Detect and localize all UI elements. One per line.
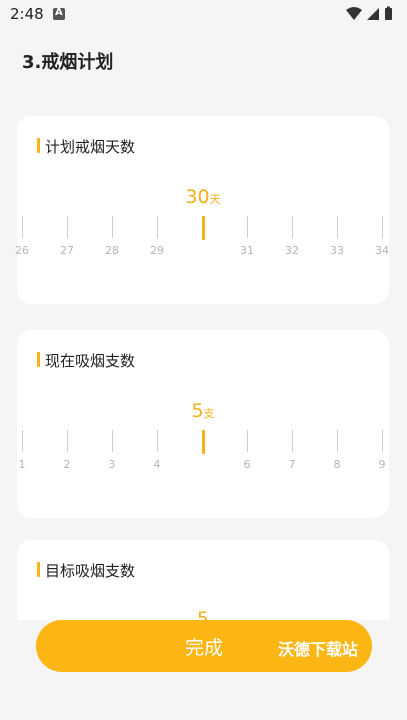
ruler-tick <box>292 216 293 238</box>
selected-value: 30天 <box>17 186 389 208</box>
ruler-tick-label: 7 <box>288 458 296 471</box>
watermark-text: 沃德下载站 <box>277 640 358 659</box>
ruler-tick <box>67 430 68 452</box>
ruler-tick <box>22 430 23 452</box>
card-title: 现在吸烟支数 <box>37 350 135 371</box>
selected-value: 5支 <box>17 400 389 422</box>
ruler-indicator <box>202 430 205 454</box>
signal-icon <box>367 8 379 20</box>
ruler-tick <box>337 216 338 238</box>
value-number: 5 <box>196 608 210 620</box>
ruler-tick <box>157 216 158 238</box>
done-button[interactable]: 完成 沃德下载站 <box>36 620 372 672</box>
battery-icon <box>385 8 392 20</box>
ruler-tick <box>22 216 23 238</box>
ruler-tick-label: 27 <box>60 244 74 257</box>
ruler-tick-label: 29 <box>150 244 164 257</box>
value-number: 30 <box>185 186 210 208</box>
value-unit: 支 <box>203 407 215 420</box>
ruler-tick-label: 4 <box>153 458 161 471</box>
target-cigarettes-card: 目标吸烟支数 5 <box>17 540 389 620</box>
quit-days-card: 计划戒烟天数 30天 26 27 28 29 31 32 33 34 <box>15 116 389 304</box>
ruler-tick-label: 2 <box>63 458 71 471</box>
value-unit: 天 <box>209 193 221 206</box>
selected-value: 5 <box>17 608 389 620</box>
ruler-tick <box>292 430 293 452</box>
ruler-tick <box>67 216 68 238</box>
ruler-tick-label: 28 <box>105 244 119 257</box>
ruler-tick-label: 6 <box>243 458 251 471</box>
ruler-tick <box>247 430 248 452</box>
battery-tip <box>387 6 390 9</box>
ruler-tick-label: 34 <box>375 244 389 257</box>
ruler-tick <box>337 430 338 452</box>
status-bar: 2:48 A <box>0 0 407 28</box>
ruler-tick-label: 1 <box>18 458 26 471</box>
wifi-icon <box>346 7 362 20</box>
status-time: 2:48 <box>10 5 44 23</box>
current-cigarettes-card: 现在吸烟支数 5支 1 2 3 4 6 7 8 9 <box>17 330 389 518</box>
ruler-tick-label: 26 <box>15 244 29 257</box>
card-title: 计划戒烟天数 <box>37 136 135 157</box>
quit-days-ruler-picker[interactable]: 26 27 28 29 31 32 33 34 <box>15 216 389 266</box>
ruler-tick-label: 31 <box>240 244 254 257</box>
ruler-tick <box>382 216 383 238</box>
status-icons <box>346 6 392 20</box>
value-number: 5 <box>191 400 204 422</box>
a-icon-letter: A <box>55 7 63 18</box>
ruler-tick-label: 3 <box>108 458 116 471</box>
ruler-tick <box>157 430 158 452</box>
ruler-tick-label: 8 <box>333 458 341 471</box>
current-cigarettes-ruler-picker[interactable]: 1 2 3 4 6 7 8 9 <box>17 430 389 480</box>
card-title: 目标吸烟支数 <box>37 560 135 581</box>
ruler-tick-label: 9 <box>378 458 386 471</box>
ruler-tick <box>382 430 383 452</box>
plan-scroll-area[interactable]: 计划戒烟天数 30天 26 27 28 29 31 32 33 34 现在吸烟支数 5支 12… <box>0 90 407 620</box>
page-title: 3.戒烟计划 <box>22 52 114 73</box>
ruler-tick <box>112 430 113 452</box>
ruler-tick-label: 33 <box>330 244 344 257</box>
a-notification-icon: A <box>53 7 65 20</box>
ruler-tick <box>247 216 248 238</box>
ruler-tick <box>112 216 113 238</box>
ruler-tick-label: 32 <box>285 244 299 257</box>
ruler-indicator <box>202 216 205 240</box>
